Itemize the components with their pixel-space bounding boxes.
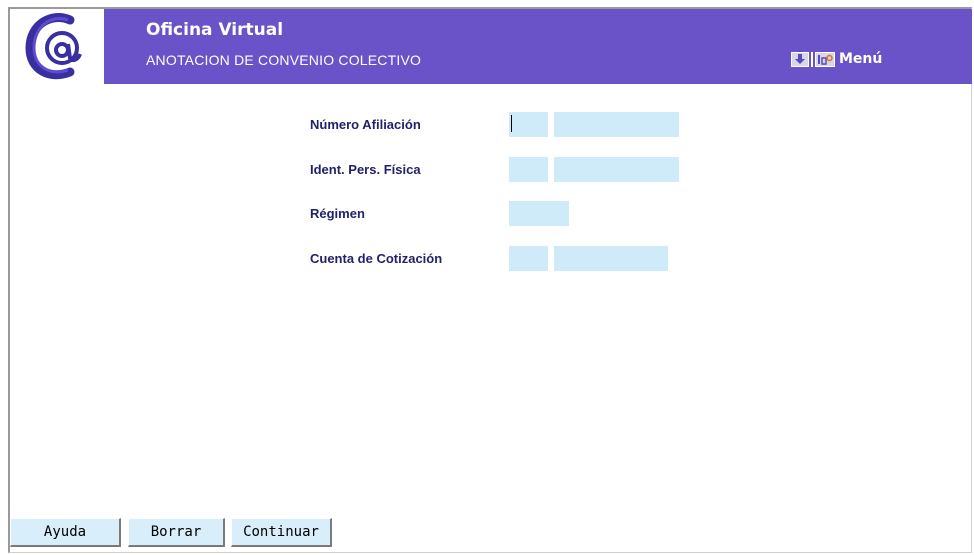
tools-icon[interactable] [815,51,835,67]
ident-pers-fisica-type-input[interactable] [509,157,548,182]
text-caret [511,115,512,132]
label-regimen: Régimen [310,206,365,221]
label-numero-afiliacion: Número Afiliación [310,117,421,132]
menu-button[interactable]: Menú [791,51,882,67]
numero-afiliacion-prefix-input[interactable] [509,112,548,137]
cuenta-cotizacion-prefix-input[interactable] [509,246,548,271]
label-ident-pers-fisica: Ident. Pers. Física [310,162,421,177]
menu-separator [811,51,813,67]
app-title: Oficina Virtual [146,20,284,40]
regimen-input[interactable] [509,201,569,226]
help-button[interactable]: Ayuda [10,518,121,547]
arrow-down-icon[interactable] [791,51,809,67]
window-frame [8,7,972,553]
at-logo-icon [25,13,82,80]
clear-button[interactable]: Borrar [128,518,225,547]
menu-label[interactable]: Menú [839,51,882,67]
page-subtitle: ANOTACION DE CONVENIO COLECTIVO [146,52,422,68]
ident-pers-fisica-number-input[interactable] [554,157,679,182]
label-cuenta-cotizacion: Cuenta de Cotización [310,251,443,266]
header-bar: Oficina Virtual ANOTACION DE CONVENIO CO… [10,9,972,84]
continue-button[interactable]: Continuar [231,518,332,547]
logo-container [10,9,104,84]
numero-afiliacion-number-input[interactable] [554,112,679,137]
cuenta-cotizacion-number-input[interactable] [554,246,668,271]
